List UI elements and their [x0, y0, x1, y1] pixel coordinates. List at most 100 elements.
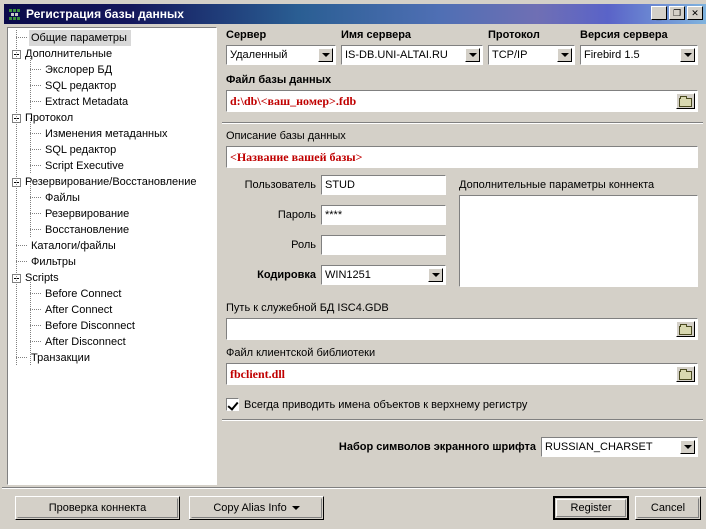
screen-charset-label: Набор символов экранного шрифта	[338, 441, 536, 453]
protocol-label: Протокол	[488, 29, 540, 41]
sidebar-item[interactable]: Scripts	[8, 270, 216, 286]
sidebar-item[interactable]: Экслорер БД	[8, 62, 216, 78]
tree-connector-icon	[30, 126, 43, 142]
isc4-path-input[interactable]	[227, 319, 697, 339]
client-library-input[interactable]	[227, 364, 697, 384]
sidebar-item-label: Script Executive	[45, 160, 124, 172]
sidebar-item[interactable]: Резервирование	[8, 206, 216, 222]
server-version-combo[interactable]: Firebird 1.5	[580, 45, 698, 65]
protocol-value: TCP/IP	[492, 49, 528, 61]
minimize-button[interactable]: _	[651, 6, 667, 20]
close-button[interactable]: ✕	[687, 6, 703, 20]
settings-tree-panel[interactable]: Общие параметры Дополнительные Экслорер БД…	[7, 27, 217, 485]
minimize-icon: _	[656, 10, 662, 20]
screen-charset-combo[interactable]: RUSSIAN_CHARSET	[541, 437, 698, 457]
sidebar-item-label: Восстановление	[45, 224, 130, 236]
copy-alias-info-label: Copy Alias Info	[213, 502, 287, 514]
maximize-icon: ❐	[672, 8, 682, 18]
chevron-down-icon[interactable]	[557, 48, 572, 62]
password-input[interactable]	[322, 206, 445, 224]
chevron-down-icon[interactable]	[680, 440, 695, 454]
sidebar-item[interactable]: Before Disconnect	[8, 318, 216, 334]
server-combo[interactable]: Удаленный	[226, 45, 336, 65]
password-field[interactable]	[321, 205, 446, 225]
chevron-down-icon[interactable]	[428, 268, 443, 282]
cancel-button[interactable]: Cancel	[635, 496, 701, 520]
copy-alias-info-button[interactable]: Copy Alias Info	[189, 496, 324, 520]
chevron-down-icon[interactable]	[680, 48, 695, 62]
tree-connector-icon	[30, 62, 43, 78]
sidebar-item[interactable]: Файлы	[8, 190, 216, 206]
settings-tree: Общие параметры Дополнительные Экслорер БД…	[8, 28, 216, 366]
sidebar-item-label: Резервирование	[45, 208, 130, 220]
folder-open-icon[interactable]	[676, 93, 695, 109]
tree-guide-line	[30, 182, 31, 238]
sidebar-item[interactable]: Резервирование/Восстановление	[8, 174, 216, 190]
chevron-down-icon[interactable]	[465, 48, 480, 62]
uppercase-names-checkbox-row[interactable]: Всегда приводить имена объектов к верхне…	[226, 398, 527, 411]
tree-connector-icon	[30, 302, 43, 318]
sidebar-item[interactable]: Восстановление	[8, 222, 216, 238]
sidebar-item[interactable]: Протокол	[8, 110, 216, 126]
sidebar-item[interactable]: SQL редактор	[8, 142, 216, 158]
tree-connector-icon	[30, 318, 43, 334]
tree-guide-line	[30, 54, 31, 110]
sidebar-item[interactable]: Extract Metadata	[8, 94, 216, 110]
sidebar-item[interactable]: SQL редактор	[8, 78, 216, 94]
general-parameters-pane: Сервер Имя сервера Протокол Версия серве…	[222, 27, 703, 485]
folder-open-icon[interactable]	[676, 321, 695, 337]
user-field[interactable]	[321, 175, 446, 195]
folder-open-icon[interactable]	[676, 366, 695, 382]
sidebar-item[interactable]: Изменения метаданных	[8, 126, 216, 142]
register-label: Register	[570, 502, 612, 514]
db-description-field[interactable]	[226, 146, 698, 168]
tree-connector-icon	[30, 334, 43, 350]
sidebar-item-label: SQL редактор	[45, 80, 117, 92]
sidebar-item-label: Транзакции	[31, 352, 90, 364]
sidebar-item-label: Фильтры	[31, 256, 76, 268]
server-name-combo[interactable]: IS-DB.UNI-ALTAI.RU	[341, 45, 483, 65]
charset-combo[interactable]: WIN1251	[321, 265, 446, 285]
tree-connector-icon	[30, 286, 43, 302]
sidebar-item[interactable]: After Connect	[8, 302, 216, 318]
sidebar-item[interactable]: Каталоги/файлы	[8, 238, 216, 254]
server-name-label: Имя сервера	[341, 29, 412, 41]
sidebar-item[interactable]: Фильтры	[8, 254, 216, 270]
db-description-input[interactable]	[227, 147, 697, 167]
sidebar-item[interactable]: Общие параметры	[8, 30, 216, 46]
tree-connector-icon	[16, 254, 29, 270]
tree-guide-line	[30, 118, 31, 174]
client-library-field[interactable]	[226, 363, 698, 385]
sidebar-item[interactable]: Транзакции	[8, 350, 216, 366]
tree-connector-icon	[16, 238, 29, 254]
register-button[interactable]: Register	[553, 496, 629, 520]
sidebar-item-label: After Disconnect	[45, 336, 126, 348]
sidebar-item[interactable]: Before Connect	[8, 286, 216, 302]
db-file-field[interactable]	[226, 90, 698, 112]
role-field[interactable]	[321, 235, 446, 255]
sidebar-item-label: Extract Metadata	[45, 96, 129, 108]
isc4-path-field[interactable]	[226, 318, 698, 340]
tree-connector-icon	[30, 158, 43, 174]
close-icon: ✕	[691, 8, 699, 18]
db-file-input[interactable]	[227, 91, 697, 111]
separator-1	[222, 122, 703, 124]
chevron-down-icon[interactable]	[318, 48, 333, 62]
uppercase-names-checkbox[interactable]	[226, 398, 239, 411]
role-input[interactable]	[322, 236, 445, 254]
sidebar-item-label: SQL редактор	[45, 144, 117, 156]
sidebar-item[interactable]: Дополнительные	[8, 46, 216, 62]
sidebar-item-label: Файлы	[45, 192, 80, 204]
tree-connector-icon	[30, 142, 43, 158]
separator-3	[2, 487, 706, 489]
sidebar-item[interactable]: After Disconnect	[8, 334, 216, 350]
separator-2	[222, 419, 703, 421]
maximize-button[interactable]: ❐	[669, 6, 685, 20]
sidebar-item[interactable]: Script Executive	[8, 158, 216, 174]
protocol-combo[interactable]: TCP/IP	[488, 45, 575, 65]
test-connection-button[interactable]: Проверка коннекта	[15, 496, 180, 520]
extra-params-memo[interactable]	[459, 195, 698, 287]
user-input[interactable]	[322, 176, 445, 194]
sidebar-item-label: After Connect	[45, 304, 113, 316]
role-label: Роль	[291, 239, 316, 251]
